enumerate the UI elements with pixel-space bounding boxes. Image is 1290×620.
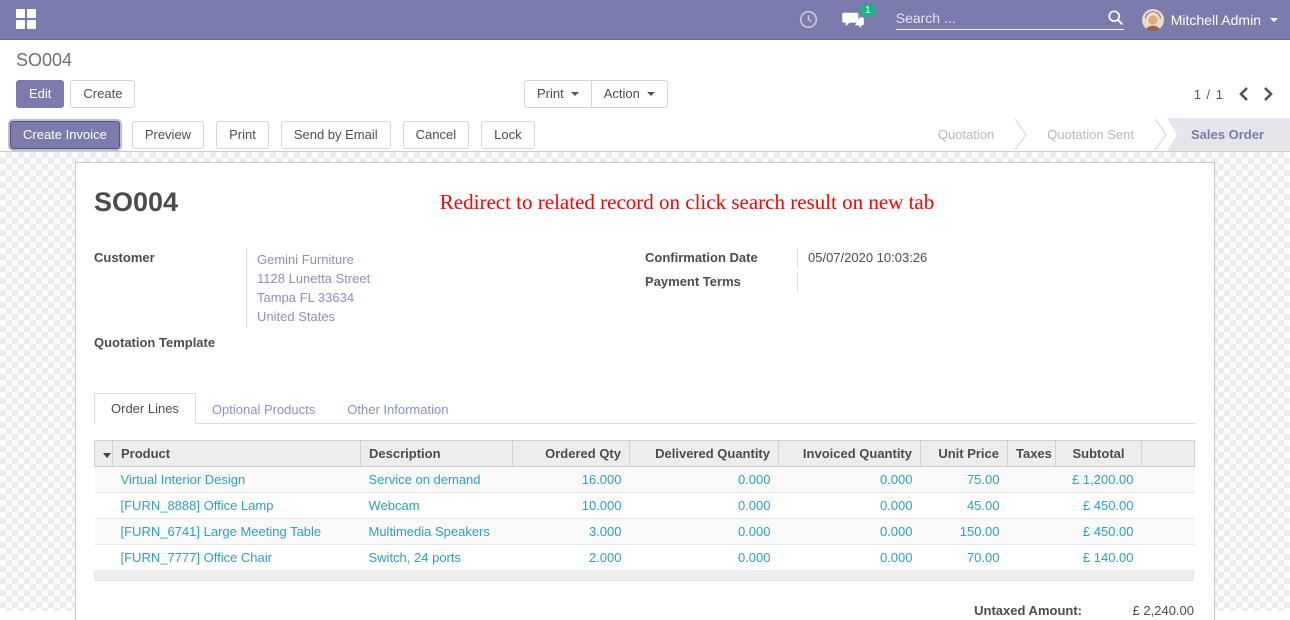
customer-city: Tampa FL 33634 — [257, 288, 645, 307]
table-footer-strip — [94, 571, 1194, 581]
messages-count-badge: 1 — [860, 4, 876, 17]
user-name: Mitchell Admin — [1171, 12, 1261, 28]
confirmation-date-value: 05/07/2020 10:03:26 — [797, 248, 1196, 267]
tab-optional-products[interactable]: Optional Products — [196, 395, 331, 424]
status-step-quotation-sent[interactable]: Quotation Sent — [1027, 118, 1154, 151]
quotation-template-label: Quotation Template — [94, 333, 246, 352]
customer-label: Customer — [94, 248, 246, 328]
column-header-ordered-qty[interactable]: Ordered Qty — [513, 441, 630, 467]
top-navbar: 1 Mitchell Admin — [0, 0, 1290, 40]
breadcrumb: SO004 — [16, 50, 1274, 71]
product-link[interactable]: Virtual Interior Design — [113, 467, 361, 493]
statusbar: Create Invoice Preview Print Send by Ema… — [0, 118, 1290, 152]
column-header-subtotal[interactable]: Subtotal — [1056, 441, 1142, 467]
preview-button[interactable]: Preview — [132, 121, 204, 149]
send-by-email-button[interactable]: Send by Email — [281, 121, 391, 149]
payment-terms-value — [797, 272, 1196, 291]
order-lines-table: Product Description Ordered Qty Delivere… — [94, 440, 1195, 571]
sales-order-sheet: SO004 Redirect to related record on clic… — [75, 162, 1215, 620]
customer-value: Gemini Furniture 1128 Lunetta Street Tam… — [246, 248, 645, 328]
search-input[interactable] — [896, 10, 1107, 26]
column-header-taxes[interactable]: Taxes — [1008, 441, 1056, 467]
column-header-delivered-quantity[interactable]: Delivered Quantity — [630, 441, 779, 467]
action-dropdown-button[interactable]: Action — [591, 80, 668, 108]
column-header-invoiced-quantity[interactable]: Invoiced Quantity — [779, 441, 921, 467]
untaxed-amount-value: £ 2,240.00 — [1082, 603, 1194, 618]
customer-street: 1128 Lunetta Street — [257, 269, 645, 288]
annotation-note: Redirect to related record on click sear… — [178, 190, 1196, 215]
column-header-description[interactable]: Description — [361, 441, 513, 467]
record-title: SO004 — [94, 187, 178, 218]
table-row[interactable]: [FURN_8888] Office Lamp Webcam 10.000 0.… — [95, 493, 1195, 519]
activity-clock-icon[interactable] — [799, 10, 818, 29]
apps-menu-icon[interactable] — [16, 9, 38, 31]
column-header-product[interactable]: Product — [113, 441, 361, 467]
confirmation-date-label: Confirmation Date — [645, 248, 797, 267]
chevron-down-icon — [647, 92, 655, 96]
avatar — [1142, 9, 1164, 31]
cancel-button[interactable]: Cancel — [403, 121, 469, 149]
messages-icon[interactable]: 1 — [842, 11, 864, 29]
print-dropdown-button[interactable]: Print — [524, 80, 592, 108]
search-icon[interactable] — [1107, 9, 1124, 26]
totals-section: Untaxed Amount: £ 2,240.00 — [94, 603, 1194, 618]
customer-link[interactable]: Gemini Furniture — [257, 250, 645, 269]
notebook-tabs: Order Lines Optional Products Other Info… — [94, 393, 1196, 424]
print-button[interactable]: Print — [216, 121, 269, 149]
expand-column-header[interactable] — [95, 441, 113, 467]
field-group-right: Confirmation Date 05/07/2020 10:03:26 Pa… — [645, 248, 1196, 357]
edit-button[interactable]: Edit — [16, 80, 64, 108]
table-row[interactable]: Virtual Interior Design Service on deman… — [95, 467, 1195, 493]
pager: 1 / 1 — [1194, 86, 1274, 102]
table-row[interactable]: [FURN_6741] Large Meeting Table Multimed… — [95, 519, 1195, 545]
column-header-unit-price[interactable]: Unit Price — [921, 441, 1008, 467]
pager-value[interactable]: 1 / 1 — [1194, 87, 1224, 102]
table-row[interactable]: [FURN_7777] Office Chair Switch, 24 port… — [95, 545, 1195, 571]
chevron-separator-icon — [1154, 118, 1167, 151]
status-step-quotation[interactable]: Quotation — [918, 118, 1014, 151]
create-invoice-button[interactable]: Create Invoice — [10, 121, 120, 149]
product-link[interactable]: [FURN_7777] Office Chair — [113, 545, 361, 571]
column-header-spacer — [1142, 441, 1195, 467]
chevron-down-icon — [571, 92, 579, 96]
table-header-row: Product Description Ordered Qty Delivere… — [95, 441, 1195, 467]
pager-previous-icon[interactable] — [1238, 86, 1249, 102]
pager-next-icon[interactable] — [1263, 86, 1274, 102]
chevron-separator-icon — [1014, 118, 1027, 151]
status-steps: Quotation Quotation Sent Sales Order — [918, 118, 1290, 151]
tab-order-lines[interactable]: Order Lines — [94, 393, 196, 424]
global-search — [896, 9, 1124, 30]
product-link[interactable]: [FURN_8888] Office Lamp — [113, 493, 361, 519]
product-link[interactable]: [FURN_6741] Large Meeting Table — [113, 519, 361, 545]
tab-other-information[interactable]: Other Information — [331, 395, 464, 424]
lock-button[interactable]: Lock — [481, 121, 534, 149]
payment-terms-label: Payment Terms — [645, 272, 797, 291]
caret-down-icon — [103, 453, 111, 458]
customer-country: United States — [257, 307, 645, 326]
user-menu[interactable]: Mitchell Admin — [1142, 9, 1278, 31]
user-caret-icon — [1270, 18, 1278, 22]
create-button[interactable]: Create — [70, 80, 135, 108]
form-view-background: SO004 Redirect to related record on clic… — [0, 152, 1290, 611]
status-step-sales-order[interactable]: Sales Order — [1167, 118, 1290, 151]
untaxed-amount-label: Untaxed Amount: — [974, 603, 1082, 618]
field-group-left: Customer Gemini Furniture 1128 Lunetta S… — [94, 248, 645, 357]
quotation-template-value — [246, 333, 645, 352]
control-panel: SO004 Edit Create Print Action 1 / 1 — [0, 40, 1290, 118]
